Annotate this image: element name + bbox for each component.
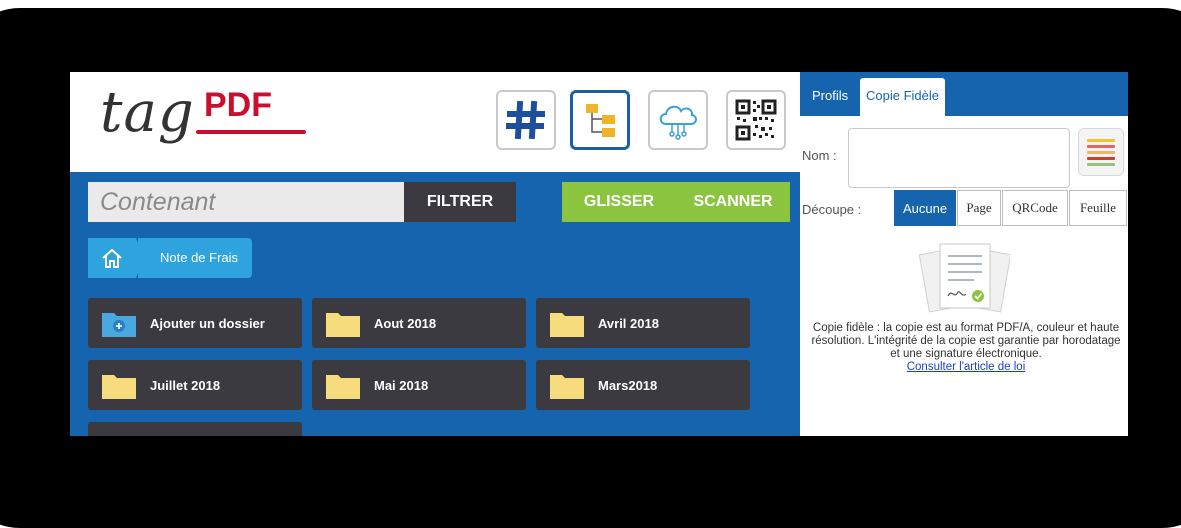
folder-tile[interactable]: Juillet 2018 <box>88 360 302 410</box>
side-panel: Profils Copie Fidèle Nom : Découpe : Auc… <box>800 72 1128 436</box>
color-bar <box>1087 156 1115 160</box>
nom-label: Nom : <box>802 148 837 163</box>
decoupe-option-page[interactable]: Page <box>957 190 1001 226</box>
folder-icon <box>548 369 586 401</box>
folder-icon <box>100 431 138 436</box>
folder-tree-icon <box>586 104 615 137</box>
tab-copie-fidele[interactable]: Copie Fidèle <box>860 78 945 116</box>
law-article-link[interactable]: Consulter l'article de loi <box>907 361 1026 373</box>
decoupe-option-feuille[interactable]: Feuille <box>1069 190 1127 226</box>
color-list-button[interactable] <box>1078 128 1124 176</box>
logo-pdf-text: PDF <box>204 86 272 124</box>
app-screen: tag PDF Contenant FILTRER GLISSER SCANNE… <box>70 72 1128 436</box>
hashtag-tool-button[interactable] <box>496 90 556 150</box>
add-folder-tile[interactable]: Ajouter un dossier <box>88 298 302 348</box>
color-bar <box>1087 144 1115 148</box>
decoupe-option-aucune[interactable]: Aucune <box>894 190 956 226</box>
color-bar <box>1087 162 1115 166</box>
color-bar <box>1087 138 1115 142</box>
home-icon <box>102 249 122 268</box>
decoupe-option-qrcode[interactable]: QRCode <box>1002 190 1068 226</box>
folder-tile[interactable]: Mars2018 <box>536 360 750 410</box>
drag-button[interactable]: GLISSER <box>562 182 676 222</box>
folder-tile[interactable] <box>88 422 302 436</box>
certified-document-icon <box>918 243 1010 313</box>
add-folder-icon <box>100 307 138 339</box>
logo-underline <box>196 130 306 134</box>
tab-profils[interactable]: Profils <box>806 78 854 116</box>
folder-label: Juillet 2018 <box>150 377 221 393</box>
folder-tile[interactable]: Avril 2018 <box>536 298 750 348</box>
description-text: Copie fidèle : la copie est au format PD… <box>811 322 1121 360</box>
folder-tree-tool-button[interactable] <box>570 90 630 150</box>
folder-icon <box>100 369 138 401</box>
folder-label: Avril 2018 <box>598 315 659 331</box>
cloud-tool-button[interactable] <box>648 90 708 150</box>
folder-tile[interactable]: Aout 2018 <box>312 298 526 348</box>
panel-tabbar: Profils Copie Fidèle <box>800 72 1128 116</box>
copie-fidele-description: Copie fidèle : la copie est au format PD… <box>808 322 1124 374</box>
folder-label: Ajouter un dossier <box>150 315 265 331</box>
qr-code-icon <box>735 99 777 141</box>
app-header: tag PDF <box>70 72 800 172</box>
scan-button[interactable]: SCANNER <box>676 182 790 222</box>
folder-icon <box>324 369 362 401</box>
folder-tile[interactable]: Mai 2018 <box>312 360 526 410</box>
logo-tag-text: tag <box>100 80 195 145</box>
tagpdf-logo: tag PDF <box>100 78 320 168</box>
search-input[interactable]: Contenant <box>88 182 404 222</box>
breadcrumb-current[interactable]: Note de Frais <box>138 238 253 278</box>
main-area: Contenant FILTRER GLISSER SCANNER Note d… <box>70 172 800 436</box>
filter-button[interactable]: FILTRER <box>404 182 516 222</box>
breadcrumb-home[interactable] <box>88 238 144 278</box>
color-bar <box>1087 150 1115 154</box>
breadcrumb: Note de Frais <box>88 238 253 278</box>
folder-label: Mai 2018 <box>374 377 429 393</box>
decoupe-label: Découpe : <box>802 202 862 217</box>
cloud-network-icon <box>659 105 697 140</box>
folder-label: Mars2018 <box>598 377 658 393</box>
folder-icon <box>548 307 586 339</box>
folder-icon <box>324 307 362 339</box>
qr-code-tool-button[interactable] <box>726 90 786 150</box>
folder-label: Aout 2018 <box>374 315 437 331</box>
nom-input[interactable] <box>848 128 1070 188</box>
hashtag-icon <box>506 100 545 140</box>
